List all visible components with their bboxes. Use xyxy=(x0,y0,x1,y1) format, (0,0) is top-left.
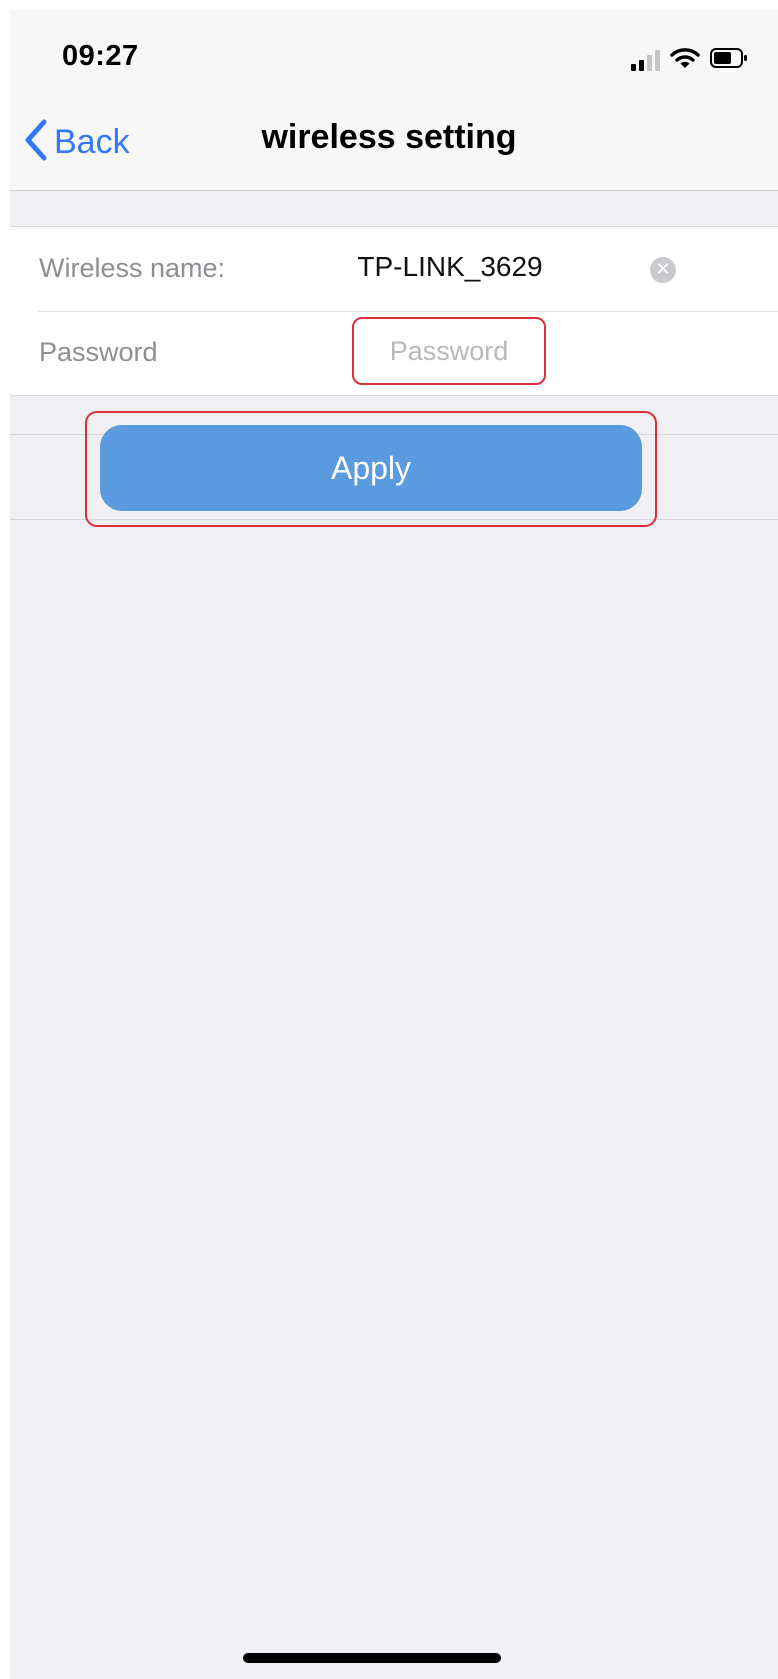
page-title: wireless setting xyxy=(261,118,517,156)
wireless-name-label: Wireless name: xyxy=(39,253,226,283)
status-time: 09:27 xyxy=(62,40,139,72)
header: 09:27 Back wireless setting xyxy=(10,10,778,191)
status-icons xyxy=(631,46,748,74)
battery-icon xyxy=(710,47,748,73)
clear-icon[interactable]: ✕ xyxy=(650,257,676,283)
password-input[interactable] xyxy=(352,317,546,385)
cellular-signal-icon xyxy=(631,49,660,71)
screen: 09:27 Back wireless setting Wireless nam… xyxy=(10,10,778,1679)
apply-button[interactable]: Apply xyxy=(100,425,642,511)
home-indicator[interactable] xyxy=(243,1653,501,1663)
password-row: Password xyxy=(10,311,778,395)
password-label: Password xyxy=(39,337,158,367)
wireless-name-field[interactable]: TP-LINK_3629 xyxy=(350,251,550,283)
wireless-form: Wireless name: TP-LINK_3629 ✕ Password xyxy=(10,226,778,396)
wifi-icon xyxy=(670,47,700,74)
wireless-name-row: Wireless name: TP-LINK_3629 ✕ xyxy=(10,227,778,311)
